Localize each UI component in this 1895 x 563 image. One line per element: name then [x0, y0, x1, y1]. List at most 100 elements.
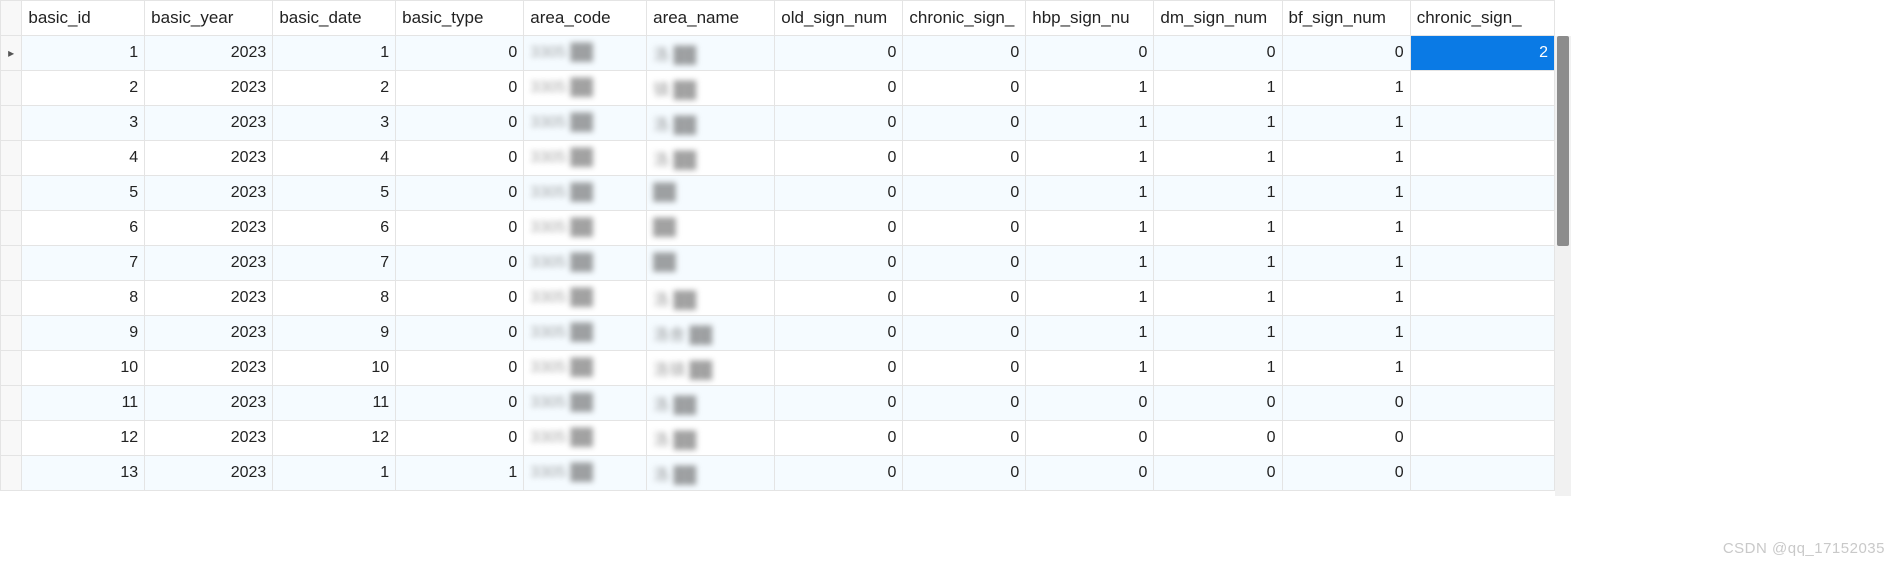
- col-chronic-sign2[interactable]: chronic_sign_: [1410, 1, 1554, 36]
- cell-bf-sign-num[interactable]: 0: [1282, 36, 1410, 71]
- table-row[interactable]: 132023113305 ██洛 ██00000: [1, 456, 1555, 491]
- table-row[interactable]: 52023503305 ██ ██00111: [1, 176, 1555, 211]
- cell-basic-date[interactable]: 1: [273, 36, 396, 71]
- cell-bf-sign-num[interactable]: 1: [1282, 106, 1410, 141]
- cell-chronic-sign2[interactable]: [1410, 71, 1554, 106]
- cell-old-sign-num[interactable]: 0: [775, 176, 903, 211]
- header-row[interactable]: basic_id basic_year basic_date basic_typ…: [1, 1, 1555, 36]
- cell-basic-type[interactable]: 0: [396, 316, 524, 351]
- cell-old-sign-num[interactable]: 0: [775, 36, 903, 71]
- cell-basic-year[interactable]: 2023: [145, 351, 273, 386]
- cell-chronic-sign[interactable]: 0: [903, 176, 1026, 211]
- cell-dm-sign-num[interactable]: 1: [1154, 351, 1282, 386]
- table-row[interactable]: 92023903305 ██洛舍 ██00111: [1, 316, 1555, 351]
- cell-area-name[interactable]: 镇 ██: [647, 71, 775, 106]
- cell-hbp-sign-nu[interactable]: 1: [1026, 351, 1154, 386]
- cell-basic-year[interactable]: 2023: [145, 456, 273, 491]
- cell-chronic-sign2[interactable]: [1410, 456, 1554, 491]
- cell-chronic-sign2[interactable]: [1410, 246, 1554, 281]
- cell-basic-date[interactable]: 9: [273, 316, 396, 351]
- cell-area-name[interactable]: 洛 ██: [647, 421, 775, 456]
- cell-hbp-sign-nu[interactable]: 1: [1026, 176, 1154, 211]
- cell-bf-sign-num[interactable]: 1: [1282, 211, 1410, 246]
- col-basic-year[interactable]: basic_year: [145, 1, 273, 36]
- cell-chronic-sign[interactable]: 0: [903, 106, 1026, 141]
- cell-chronic-sign2[interactable]: [1410, 141, 1554, 176]
- cell-basic-type[interactable]: 0: [396, 176, 524, 211]
- cell-hbp-sign-nu[interactable]: 1: [1026, 281, 1154, 316]
- col-area-code[interactable]: area_code: [524, 1, 647, 36]
- cell-area-code[interactable]: 3305 ██: [524, 141, 647, 176]
- cell-basic-date[interactable]: 11: [273, 386, 396, 421]
- cell-basic-id[interactable]: 2: [22, 71, 145, 106]
- cell-dm-sign-num[interactable]: 0: [1154, 36, 1282, 71]
- cell-bf-sign-num[interactable]: 0: [1282, 456, 1410, 491]
- cell-area-name[interactable]: ██: [647, 176, 775, 211]
- cell-basic-date[interactable]: 5: [273, 176, 396, 211]
- cell-basic-type[interactable]: 0: [396, 36, 524, 71]
- cell-dm-sign-num[interactable]: 0: [1154, 456, 1282, 491]
- cell-bf-sign-num[interactable]: 0: [1282, 421, 1410, 456]
- cell-dm-sign-num[interactable]: 1: [1154, 141, 1282, 176]
- col-bf-sign-num[interactable]: bf_sign_num: [1282, 1, 1410, 36]
- cell-hbp-sign-nu[interactable]: 1: [1026, 211, 1154, 246]
- cell-old-sign-num[interactable]: 0: [775, 421, 903, 456]
- cell-chronic-sign2[interactable]: [1410, 106, 1554, 141]
- cell-chronic-sign[interactable]: 0: [903, 456, 1026, 491]
- cell-area-code[interactable]: 3305 ██: [524, 176, 647, 211]
- col-dm-sign-num[interactable]: dm_sign_num: [1154, 1, 1282, 36]
- cell-chronic-sign[interactable]: 0: [903, 281, 1026, 316]
- cell-dm-sign-num[interactable]: 1: [1154, 71, 1282, 106]
- cell-basic-id[interactable]: 7: [22, 246, 145, 281]
- cell-basic-year[interactable]: 2023: [145, 246, 273, 281]
- table-row[interactable]: 1220231203305 ██洛 ██00000: [1, 421, 1555, 456]
- cell-basic-year[interactable]: 2023: [145, 211, 273, 246]
- cell-basic-date[interactable]: 2: [273, 71, 396, 106]
- cell-area-name[interactable]: 洛 ██: [647, 456, 775, 491]
- cell-basic-year[interactable]: 2023: [145, 106, 273, 141]
- cell-area-code[interactable]: 3305 ██: [524, 351, 647, 386]
- cell-basic-id[interactable]: 8: [22, 281, 145, 316]
- cell-chronic-sign2[interactable]: [1410, 386, 1554, 421]
- cell-bf-sign-num[interactable]: 1: [1282, 316, 1410, 351]
- cell-hbp-sign-nu[interactable]: 1: [1026, 316, 1154, 351]
- cell-basic-id[interactable]: 4: [22, 141, 145, 176]
- cell-basic-id[interactable]: 9: [22, 316, 145, 351]
- cell-area-code[interactable]: 3305 ██: [524, 106, 647, 141]
- cell-area-name[interactable]: ██: [647, 246, 775, 281]
- cell-basic-year[interactable]: 2023: [145, 421, 273, 456]
- cell-chronic-sign[interactable]: 0: [903, 71, 1026, 106]
- cell-old-sign-num[interactable]: 0: [775, 246, 903, 281]
- cell-basic-year[interactable]: 2023: [145, 71, 273, 106]
- cell-chronic-sign2[interactable]: [1410, 316, 1554, 351]
- cell-hbp-sign-nu[interactable]: 0: [1026, 456, 1154, 491]
- cell-hbp-sign-nu[interactable]: 0: [1026, 36, 1154, 71]
- cell-bf-sign-num[interactable]: 0: [1282, 386, 1410, 421]
- cell-bf-sign-num[interactable]: 1: [1282, 281, 1410, 316]
- cell-basic-type[interactable]: 0: [396, 71, 524, 106]
- cell-bf-sign-num[interactable]: 1: [1282, 141, 1410, 176]
- cell-bf-sign-num[interactable]: 1: [1282, 246, 1410, 281]
- table-row[interactable]: 32023303305 ██洛 ██00111: [1, 106, 1555, 141]
- cell-old-sign-num[interactable]: 0: [775, 211, 903, 246]
- cell-basic-date[interactable]: 3: [273, 106, 396, 141]
- cell-chronic-sign2[interactable]: 2: [1410, 36, 1554, 71]
- scrollbar-thumb[interactable]: [1557, 36, 1569, 246]
- cell-basic-date[interactable]: 1: [273, 456, 396, 491]
- cell-hbp-sign-nu[interactable]: 0: [1026, 421, 1154, 456]
- table-row[interactable]: 62023603305 ██ ██00111: [1, 211, 1555, 246]
- data-grid[interactable]: basic_id basic_year basic_date basic_typ…: [0, 0, 1555, 563]
- cell-basic-date[interactable]: 12: [273, 421, 396, 456]
- cell-basic-id[interactable]: 6: [22, 211, 145, 246]
- table-row[interactable]: 22023203305 ██镇 ██00111: [1, 71, 1555, 106]
- cell-basic-year[interactable]: 2023: [145, 141, 273, 176]
- cell-bf-sign-num[interactable]: 1: [1282, 71, 1410, 106]
- cell-basic-type[interactable]: 0: [396, 421, 524, 456]
- cell-old-sign-num[interactable]: 0: [775, 386, 903, 421]
- cell-basic-date[interactable]: 6: [273, 211, 396, 246]
- cell-old-sign-num[interactable]: 0: [775, 106, 903, 141]
- col-basic-id[interactable]: basic_id: [22, 1, 145, 36]
- cell-basic-type[interactable]: 0: [396, 211, 524, 246]
- cell-old-sign-num[interactable]: 0: [775, 351, 903, 386]
- cell-dm-sign-num[interactable]: 1: [1154, 281, 1282, 316]
